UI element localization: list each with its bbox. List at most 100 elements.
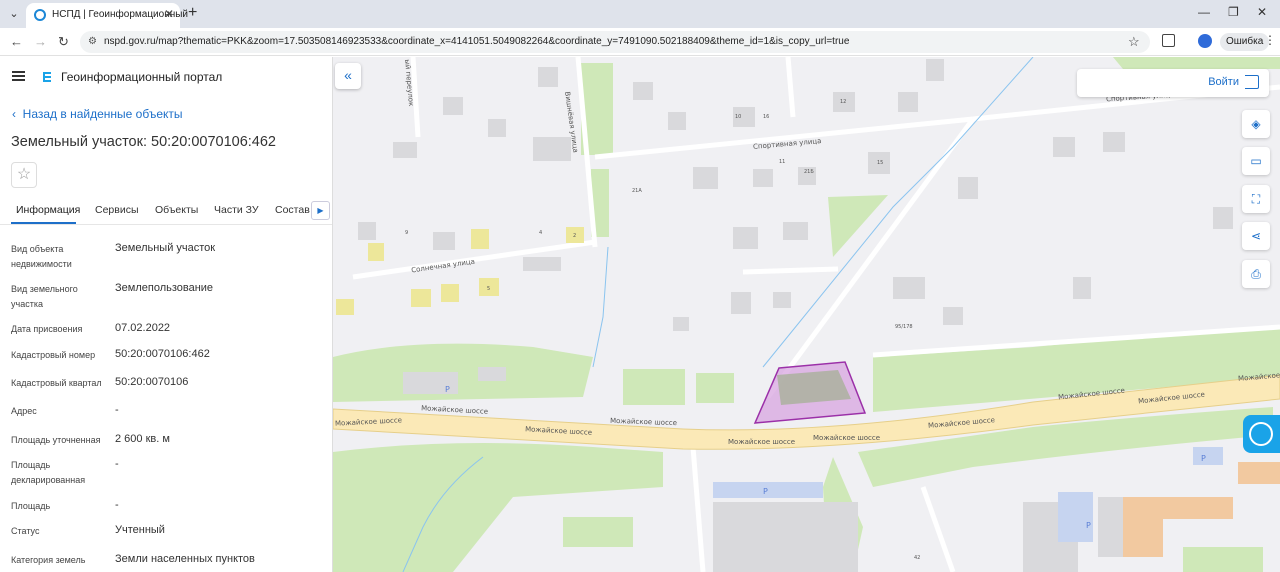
building	[713, 502, 858, 572]
address-bar: ← → ↻ ⚙ nspd.gov.ru/map?thematic=PKK&zoo…	[0, 28, 1280, 56]
prop-value: -	[115, 499, 119, 511]
tab-information[interactable]: Информация	[16, 204, 80, 216]
house-number: 2	[573, 233, 577, 239]
prop-value: Землепользование	[115, 282, 214, 294]
tab-parts[interactable]: Части ЗУ	[214, 204, 259, 216]
building	[673, 317, 689, 331]
building	[358, 222, 376, 240]
highway-label: Можайское шоссе	[813, 434, 881, 442]
support-chat-icon[interactable]	[1243, 415, 1280, 453]
building	[538, 67, 558, 87]
tab-services[interactable]: Сервисы	[95, 204, 139, 216]
building	[958, 177, 978, 199]
house-number: 16	[763, 114, 770, 120]
green-area	[1183, 547, 1263, 572]
map-graphics	[333, 57, 1280, 572]
building-highlight	[471, 229, 489, 249]
parcel-building	[777, 370, 851, 405]
select-area-icon[interactable]: ⛶	[1242, 185, 1270, 213]
house-number: 21Б	[804, 169, 814, 175]
building-orange	[1238, 462, 1280, 484]
site-info-icon[interactable]: ⚙	[88, 36, 100, 48]
highway-label: Можайское шоссе	[728, 438, 796, 446]
building-highlight	[336, 299, 354, 315]
house-number: 5	[487, 286, 491, 292]
building	[433, 232, 455, 250]
portal-title: Геоинформационный портал	[61, 70, 223, 84]
building	[523, 257, 561, 271]
building	[633, 82, 653, 100]
bookmark-star-icon[interactable]: ☆	[1128, 34, 1140, 50]
close-window-icon[interactable]: ✕	[1257, 5, 1267, 19]
building-blue	[1193, 447, 1223, 465]
tab-search-icon[interactable]: ⌄	[6, 6, 22, 22]
favorite-star-icon[interactable]: ☆	[11, 162, 37, 188]
house-number: 11	[779, 159, 786, 165]
extensions-icon[interactable]	[1162, 34, 1175, 47]
hamburger-menu-icon[interactable]	[12, 71, 25, 81]
layers-icon[interactable]: ◈	[1242, 110, 1270, 138]
login-label: Войти	[1208, 76, 1239, 88]
prop-label: Кадастровый квартал	[11, 378, 102, 388]
minimize-icon[interactable]: —	[1198, 5, 1210, 19]
prop-label: Адрес	[11, 406, 37, 416]
stream	[592, 246, 609, 368]
building	[533, 137, 571, 161]
tab-composition[interactable]: Состав	[275, 204, 310, 216]
new-tab-icon[interactable]: +	[188, 4, 197, 22]
building	[693, 167, 718, 189]
more-menu-icon[interactable]: ⋮	[1264, 33, 1276, 47]
building	[668, 112, 686, 130]
building	[926, 59, 944, 81]
parking-label: P	[1201, 454, 1206, 463]
tabs-scroll-right-icon[interactable]: ▶	[311, 201, 330, 220]
close-tab-icon[interactable]: ✕	[164, 7, 174, 21]
print-icon[interactable]: ⎙	[1242, 260, 1270, 288]
prop-label: Дата присвоения	[11, 324, 83, 334]
building	[1213, 207, 1233, 229]
house-number: 9	[405, 230, 409, 236]
back-to-results-link[interactable]: ‹ Назад в найденные объекты	[12, 107, 183, 121]
back-arrow-icon[interactable]: ←	[10, 34, 23, 49]
house-number: 12	[840, 99, 847, 105]
prop-value: 2 600 кв. м	[115, 433, 170, 445]
browser-tabbar: ⌄ НСПД | Геоинформационный ✕ + — ❐ ✕	[0, 0, 1280, 28]
active-tab-indicator	[11, 222, 76, 224]
green-area	[333, 343, 593, 402]
share-icon[interactable]: ⋖	[1242, 222, 1270, 250]
house-number: 15	[877, 160, 884, 166]
ruler-icon[interactable]: ▭	[1242, 147, 1270, 175]
collapse-panel-icon[interactable]: «	[335, 63, 361, 89]
profile-error-chip[interactable]: Ошибка	[1220, 33, 1270, 51]
prop-label: Категория земель	[11, 555, 86, 565]
green-area	[333, 443, 663, 572]
portal-logo-icon	[43, 72, 51, 82]
prop-value: Земли населенных пунктов	[115, 553, 255, 565]
building	[731, 292, 751, 314]
reload-icon[interactable]: ↻	[58, 34, 69, 50]
building	[898, 92, 918, 112]
prop-value: -	[115, 404, 119, 416]
house-number: 10	[735, 114, 742, 120]
map-canvas[interactable]: ый переулок Вишнёвая улица Спортивная ул…	[333, 57, 1280, 572]
building-highlight	[411, 289, 431, 307]
building	[393, 142, 417, 158]
browser-tab[interactable]: НСПД | Геоинформационный ✕	[26, 3, 188, 28]
profile-avatar-icon[interactable]	[1198, 34, 1212, 48]
minor-road	[690, 446, 706, 572]
forward-arrow-icon[interactable]: →	[34, 34, 47, 49]
prop-label: Площадь декларированная	[11, 460, 86, 485]
minor-road	[594, 116, 974, 160]
prop-value: 50:20:0070106:462	[115, 348, 210, 360]
green-area	[696, 373, 734, 403]
login-icon	[1245, 75, 1259, 89]
building	[733, 227, 758, 249]
house-number: 42	[914, 555, 921, 561]
building-blue	[1058, 492, 1093, 542]
restore-icon[interactable]: ❐	[1228, 5, 1239, 19]
building	[753, 169, 773, 187]
tab-objects[interactable]: Объекты	[155, 204, 198, 216]
url-input[interactable]: ⚙ nspd.gov.ru/map?thematic=PKK&zoom=17.5…	[80, 31, 1150, 53]
login-button[interactable]: Войти	[1077, 69, 1269, 97]
info-tabs: Информация Сервисы Объекты Части ЗУ Сост…	[0, 197, 332, 225]
